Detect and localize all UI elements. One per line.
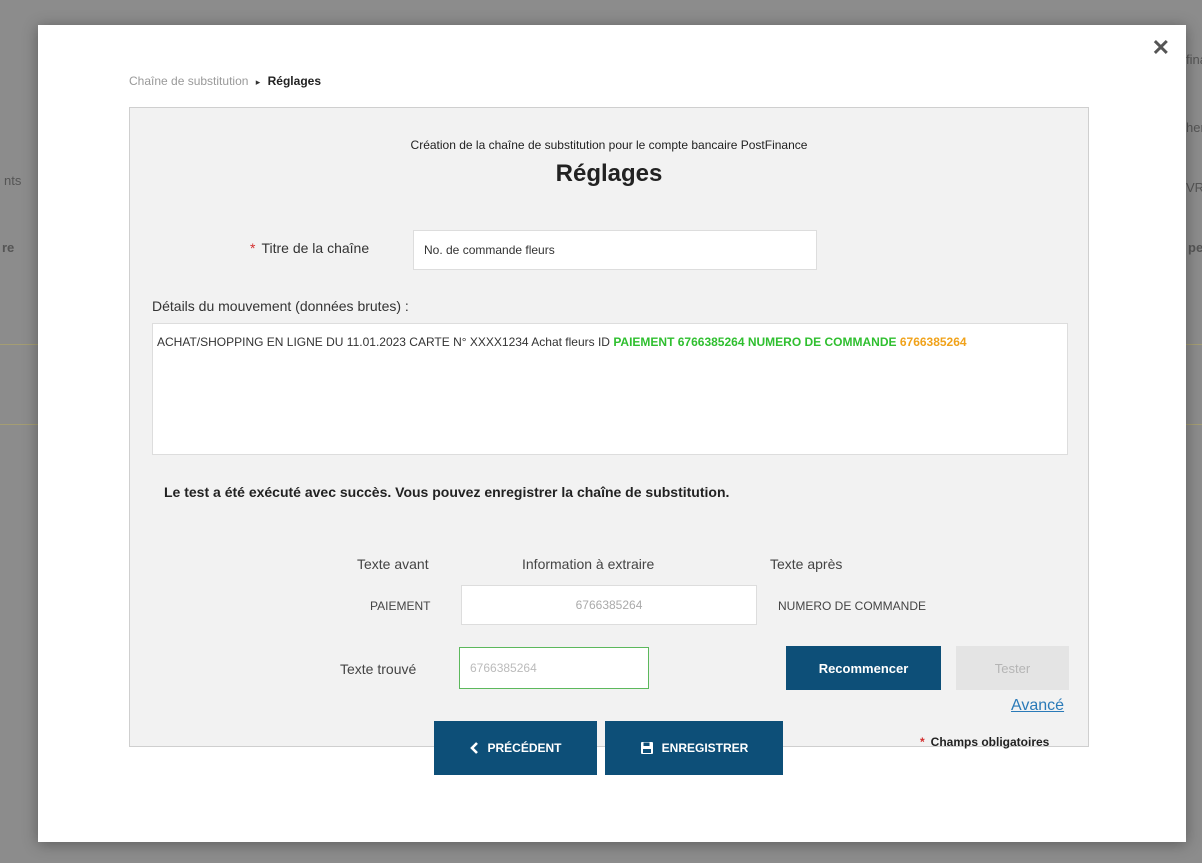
column-text-before: Texte avant xyxy=(357,556,429,572)
found-text-input[interactable] xyxy=(459,647,649,689)
breadcrumb-separator-icon: ▸ xyxy=(255,77,261,87)
text-before-value: PAIEMENT xyxy=(370,599,431,613)
required-fields-note-text: Champs obligatoires xyxy=(930,735,1050,749)
settings-panel: Création de la chaîne de substitution po… xyxy=(129,107,1089,747)
modal-dialog: ✕ Chaîne de substitution ▸ Réglages Créa… xyxy=(38,25,1186,842)
background-text-fina: fina xyxy=(1186,52,1202,67)
save-button[interactable]: ENREGISTRER xyxy=(605,721,783,775)
test-button[interactable]: Tester xyxy=(956,646,1069,690)
chain-title-input[interactable] xyxy=(413,230,817,270)
background-text-re: re xyxy=(2,240,15,255)
floppy-disk-icon xyxy=(640,741,654,755)
previous-button[interactable]: PRÉCÉDENT xyxy=(434,721,597,775)
background-text-her: her xyxy=(1186,120,1202,135)
transaction-details-box[interactable]: ACHAT/SHOPPING EN LIGNE DU 11.01.2023 CA… xyxy=(152,323,1068,455)
required-marker: * xyxy=(920,735,925,749)
breadcrumb-current: Réglages xyxy=(267,74,321,88)
chevron-left-icon xyxy=(469,742,479,754)
background-text-pe: pe xyxy=(1188,240,1202,255)
save-button-label: ENREGISTRER xyxy=(661,741,749,755)
breadcrumb: Chaîne de substitution ▸ Réglages xyxy=(129,74,321,88)
close-icon[interactable]: ✕ xyxy=(1152,37,1170,59)
chain-title-label-text: Titre de la chaîne xyxy=(261,240,370,256)
success-message: Le test a été exécuté avec succès. Vous … xyxy=(164,484,730,500)
found-text-label: Texte trouvé xyxy=(340,661,417,677)
required-marker: * xyxy=(250,240,256,256)
required-fields-note: * Champs obligatoires xyxy=(920,735,1049,749)
background-text-nts: nts xyxy=(4,173,22,188)
text-after-value: NUMERO DE COMMANDE xyxy=(778,599,927,613)
transaction-details-label: Détails du mouvement (données brutes) : xyxy=(152,298,409,314)
details-highlight-green: PAIEMENT 6766385264 NUMERO DE COMMANDE xyxy=(613,335,897,349)
details-plain-text: ACHAT/SHOPPING EN LIGNE DU 11.01.2023 CA… xyxy=(157,335,614,349)
advanced-link[interactable]: Avancé xyxy=(1011,697,1064,715)
breadcrumb-parent[interactable]: Chaîne de substitution xyxy=(129,74,248,88)
column-text-after: Texte après xyxy=(770,556,843,572)
details-highlight-orange: 6766385264 xyxy=(899,335,967,349)
previous-button-label: PRÉCÉDENT xyxy=(487,741,562,755)
page-title: Réglages xyxy=(555,160,663,187)
column-info-extract: Information à extraire xyxy=(522,556,655,572)
restart-button[interactable]: Recommencer xyxy=(786,646,941,690)
chain-title-label: * Titre de la chaîne xyxy=(250,240,369,256)
background-text-vr: VR xyxy=(1186,180,1202,195)
page-subtitle: Création de la chaîne de substitution po… xyxy=(410,138,808,152)
extract-info-input[interactable] xyxy=(461,585,757,625)
